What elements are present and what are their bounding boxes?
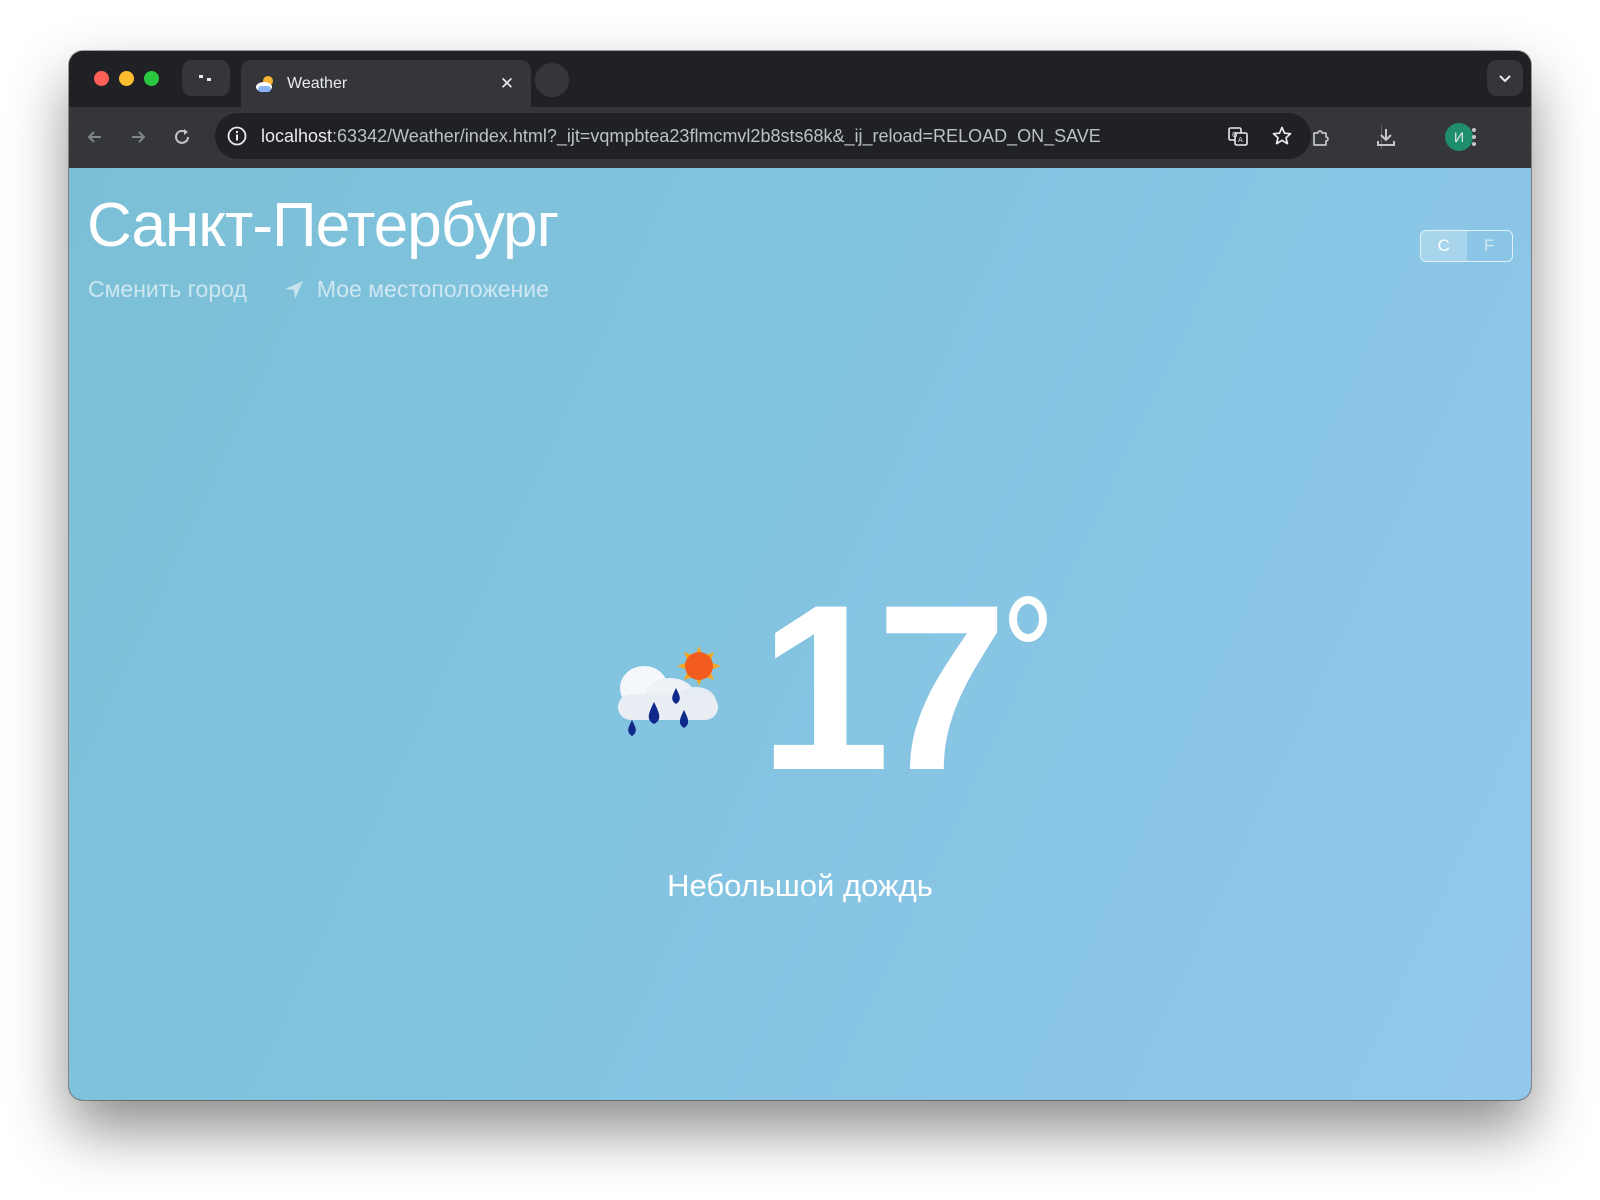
- tab-search-button[interactable]: [182, 60, 230, 96]
- tab-close-icon[interactable]: ✕: [497, 74, 517, 94]
- my-location-link[interactable]: Мое местоположение: [317, 276, 549, 303]
- translate-icon: G A: [1228, 127, 1248, 146]
- change-city-link[interactable]: Сменить город: [88, 276, 247, 303]
- tab-search-icon: [199, 75, 211, 81]
- city-actions: Сменить город Мое местоположение: [88, 276, 549, 303]
- unit-toggle: C F: [1420, 230, 1513, 262]
- back-button[interactable]: [80, 122, 110, 152]
- weather-page: Санкт-Петербург Сменить город Мое местоп…: [69, 168, 1531, 1100]
- tab-title: Weather: [287, 74, 348, 92]
- cloud-rain-sun-icon: [618, 646, 721, 736]
- browser-window: Weather ✕ localhost:63342/Weather/index.…: [69, 51, 1531, 1100]
- weather-description: Небольшой дождь: [667, 868, 933, 903]
- arrow-right-icon: [132, 131, 146, 143]
- window-minimize-button[interactable]: [119, 71, 134, 86]
- bookmark-button[interactable]: [1267, 121, 1297, 151]
- tab-list-button[interactable]: [1487, 60, 1523, 96]
- forward-button[interactable]: [123, 122, 153, 152]
- tab-strip: Weather ✕: [69, 51, 1531, 107]
- location-arrow-icon[interactable]: [283, 279, 305, 301]
- more-vert-icon: [1472, 128, 1476, 146]
- degree-symbol: [1009, 596, 1047, 642]
- svg-text:G: G: [1232, 131, 1237, 139]
- tab-weather[interactable]: Weather ✕: [241, 60, 531, 107]
- url-path: :63342/Weather/index.html?_ijt=vqmpbtea2…: [332, 125, 1101, 146]
- city-title: Санкт-Петербург: [87, 191, 559, 260]
- unit-fahrenheit-button[interactable]: F: [1467, 231, 1513, 261]
- window-close-button[interactable]: [94, 71, 109, 86]
- downloads-button[interactable]: [1371, 122, 1401, 152]
- reload-button[interactable]: [167, 122, 197, 152]
- browser-toolbar: localhost:63342/Weather/index.html?_ijt=…: [69, 107, 1531, 168]
- svg-text:A: A: [1238, 136, 1243, 144]
- translate-button[interactable]: G A: [1223, 121, 1253, 151]
- chevron-down-icon: [1499, 75, 1511, 83]
- unit-celsius-button[interactable]: C: [1421, 231, 1467, 261]
- temperature-value: 17: [759, 556, 1007, 820]
- address-bar[interactable]: localhost:63342/Weather/index.html?_ijt=…: [215, 113, 1311, 159]
- puzzle-icon: [1313, 130, 1329, 146]
- url-host: localhost: [261, 125, 333, 146]
- reload-icon: [175, 129, 189, 144]
- new-tab-button[interactable]: [535, 63, 569, 97]
- weather-favicon-icon: [256, 75, 273, 92]
- browser-menu-button[interactable]: [1459, 122, 1489, 152]
- extensions-button[interactable]: [1306, 122, 1336, 152]
- star-icon: [1272, 126, 1292, 145]
- window-maximize-button[interactable]: [144, 71, 159, 86]
- site-info-icon[interactable]: [225, 124, 249, 148]
- url-text: localhost:63342/Weather/index.html?_ijt=…: [261, 126, 1101, 147]
- arrow-left-icon: [87, 131, 101, 143]
- download-icon: [1377, 129, 1395, 146]
